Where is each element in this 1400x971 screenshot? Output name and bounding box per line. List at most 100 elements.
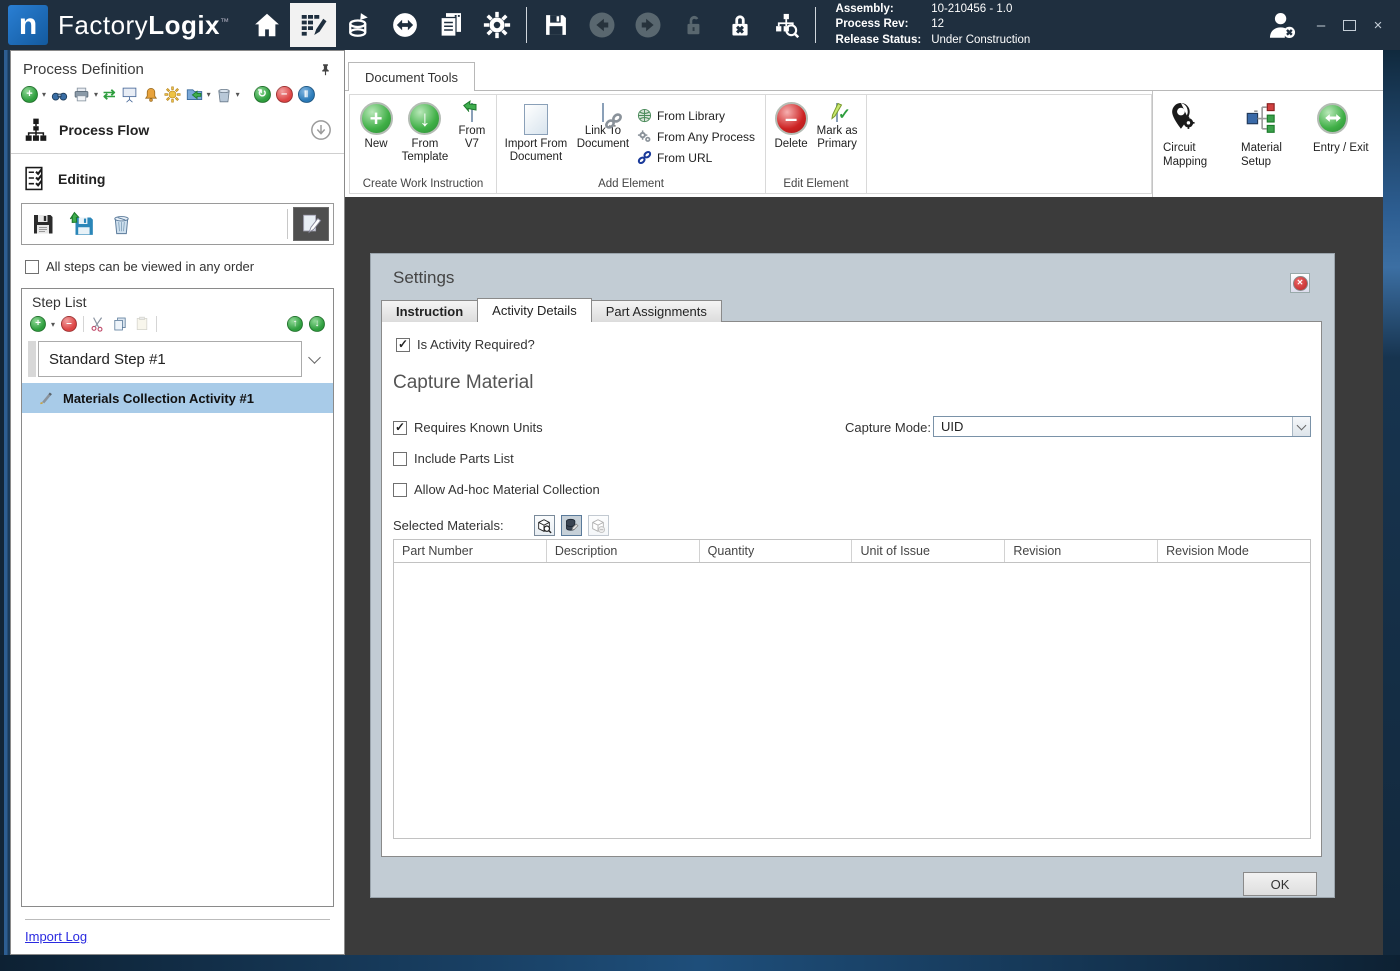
materials-table-header: Part Number Description Quantity Unit of… <box>394 540 1310 563</box>
any-order-checkbox[interactable] <box>25 260 39 274</box>
import-log-link[interactable]: Import Log <box>25 929 330 944</box>
capture-mode-dropdown-button[interactable] <box>1292 417 1310 436</box>
add-caret-icon[interactable]: ▾ <box>42 90 46 99</box>
tab-instruction[interactable]: Instruction <box>381 300 478 322</box>
col-part-number[interactable]: Part Number <box>394 540 547 562</box>
activity-row-selected[interactable]: Materials Collection Activity #1 <box>22 383 333 413</box>
from-url-button[interactable]: From URL <box>637 147 755 168</box>
process-definition-panel: Process Definition +▾ ▾ ⇄ ▾ ▾ ↻ – Ⅱ Proc… <box>10 50 345 955</box>
notification-bell-icon[interactable] <box>143 87 159 103</box>
entry-exit-icon <box>1313 99 1348 137</box>
brand-logix: Logix <box>148 10 220 40</box>
new-plus-icon: + <box>360 102 393 135</box>
add-step-caret-icon[interactable]: ▾ <box>51 320 55 329</box>
presentation-icon[interactable] <box>121 86 138 103</box>
from-library-globe-icon <box>637 108 652 123</box>
group-label-add-element: Add Element <box>497 177 765 193</box>
save-icon[interactable] <box>533 3 579 47</box>
step-expand-chevron-icon[interactable] <box>308 351 321 364</box>
close-button[interactable]: × <box>1370 18 1386 33</box>
minimize-button[interactable]: – <box>1313 18 1329 33</box>
unlock-icon[interactable] <box>671 3 717 47</box>
edit-mode-button[interactable] <box>293 207 329 241</box>
pin-icon[interactable] <box>319 62 332 77</box>
home-icon[interactable] <box>244 3 290 47</box>
is-activity-required-checkbox[interactable] <box>396 338 410 352</box>
remove-step-icon[interactable]: – <box>61 316 77 332</box>
process-audit-icon[interactable] <box>763 3 809 47</box>
undo-back-icon[interactable] <box>579 3 625 47</box>
copy-icon[interactable] <box>112 316 128 332</box>
ok-button[interactable]: OK <box>1243 872 1317 896</box>
col-quantity[interactable]: Quantity <box>700 540 853 562</box>
edit-material-database-button[interactable] <box>561 515 582 536</box>
link-to-document-button[interactable]: Link To Document <box>571 99 635 151</box>
from-v7-button[interactable]: From V7 <box>452 99 492 151</box>
process-designer-icon[interactable] <box>290 3 336 47</box>
col-description[interactable]: Description <box>547 540 700 562</box>
delete-process-button[interactable] <box>104 208 138 240</box>
paste-icon[interactable] <box>134 316 150 332</box>
tab-document-tools[interactable]: Document Tools <box>348 62 475 91</box>
dialog-close-button[interactable]: ✕ <box>1290 273 1310 293</box>
print-icon[interactable] <box>73 86 90 103</box>
col-unit-of-issue[interactable]: Unit of Issue <box>852 540 1005 562</box>
move-step-up-icon[interactable]: ↑ <box>287 316 303 332</box>
capture-mode-select[interactable]: UID <box>933 416 1311 437</box>
ribbon: Document Tools + New ↓ From Template <box>345 50 1383 197</box>
lock-delete-icon[interactable] <box>717 3 763 47</box>
refresh-icon[interactable]: ↻ <box>254 86 271 103</box>
import-process-button[interactable] <box>65 208 99 240</box>
include-parts-list-checkbox[interactable] <box>393 452 407 466</box>
circuit-mapping-button[interactable]: Circuit Mapping <box>1163 99 1227 169</box>
process-settings-icon[interactable] <box>164 86 181 103</box>
publish-folder-icon[interactable] <box>186 86 203 103</box>
requires-known-units-checkbox[interactable] <box>393 421 407 435</box>
add-icon[interactable]: + <box>21 86 38 103</box>
col-revision[interactable]: Revision <box>1005 540 1158 562</box>
import-from-document-button[interactable]: Import From Document <box>501 99 571 164</box>
from-template-button[interactable]: ↓ From Template <box>398 99 452 164</box>
from-library-button[interactable]: From Library <box>637 105 755 126</box>
materials-icon[interactable] <box>336 3 382 47</box>
logout-user-icon[interactable] <box>1265 8 1299 42</box>
dialog-tabs: Instruction Activity Details Part Assign… <box>381 298 721 322</box>
save-process-button[interactable] <box>26 208 60 240</box>
pause-icon[interactable]: Ⅱ <box>298 86 315 103</box>
publish-caret-icon[interactable]: ▾ <box>207 90 211 99</box>
brand-factory: Factory <box>58 10 148 40</box>
new-button[interactable]: + New <box>354 99 398 151</box>
step-name-field[interactable]: Standard Step #1 <box>38 341 302 377</box>
sync-icon[interactable] <box>382 3 428 47</box>
entry-exit-button[interactable]: Entry / Exit <box>1313 99 1383 155</box>
add-step-icon[interactable]: + <box>30 316 46 332</box>
from-any-process-button[interactable]: From Any Process <box>637 126 755 147</box>
delete-element-button[interactable]: – Delete <box>770 99 812 151</box>
find-binoculars-icon[interactable] <box>51 86 68 103</box>
import-from-document-icon <box>524 104 548 135</box>
move-step-down-icon[interactable]: ↓ <box>309 316 325 332</box>
allow-adhoc-checkbox[interactable] <box>393 483 407 497</box>
documents-icon[interactable] <box>428 3 474 47</box>
step-drag-handle[interactable] <box>28 341 36 377</box>
process-rev-label: Process Rev: <box>836 17 922 33</box>
redo-forward-icon[interactable] <box>625 3 671 47</box>
window-border-bottom <box>0 955 1400 971</box>
discard-bucket-icon[interactable] <box>216 87 232 103</box>
reassign-icon[interactable]: ⇄ <box>103 87 116 102</box>
tab-activity-details[interactable]: Activity Details <box>477 298 592 322</box>
remove-material-button[interactable] <box>588 515 609 536</box>
cut-icon[interactable] <box>90 316 106 332</box>
discard-caret-icon[interactable]: ▾ <box>236 90 240 99</box>
find-material-button[interactable] <box>534 515 555 536</box>
remove-icon[interactable]: – <box>276 86 293 103</box>
maximize-button[interactable] <box>1343 20 1356 31</box>
material-setup-button[interactable]: Material Setup <box>1241 99 1299 169</box>
collapse-section-icon[interactable] <box>310 119 332 141</box>
col-revision-mode[interactable]: Revision Mode <box>1158 540 1310 562</box>
step-list-empty-area[interactable] <box>22 413 333 906</box>
mark-as-primary-button[interactable]: ✓ Mark as Primary <box>812 99 862 151</box>
tab-part-assignments[interactable]: Part Assignments <box>591 300 722 322</box>
print-caret-icon[interactable]: ▾ <box>94 90 98 99</box>
settings-gear-icon[interactable] <box>474 3 520 47</box>
